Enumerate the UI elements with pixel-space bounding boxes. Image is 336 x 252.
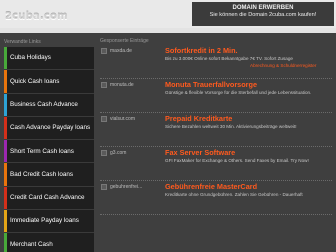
sidebar-list: Cuba Holidays Quick Cash loans Business Ca…	[4, 47, 94, 252]
ad-sub-link[interactable]: Abrechnung & Schuldnerregister	[250, 63, 316, 68]
related-links-sidebar: Verwandte Links Cuba Holidays Quick Cash …	[4, 38, 94, 252]
sidebar-item-label: Short Term Cash loans	[7, 140, 94, 163]
sidebar-item[interactable]: Business Cash Advance	[4, 93, 94, 117]
ad-title-link[interactable]: Monuta Trauerfallvorsorge	[165, 80, 257, 89]
sidebar-item-label: Merchant Cash	[7, 233, 94, 252]
ad-description: Sichere Bezahlen weltweit 30 Min. Aktivi…	[165, 124, 297, 129]
sidebar-item-label: Cash Advance Payday loans	[7, 116, 94, 140]
site-logo[interactable]: 2cuba.com	[5, 11, 68, 22]
sidebar-item-label: Bad Credit Cash loans	[7, 163, 94, 186]
ad-description: GFI FaxMaker for Exchange & Others. Send…	[165, 158, 309, 163]
ad-listing[interactable]: monuta.de Monuta Trauerfallvorsorge Günsti…	[100, 79, 332, 113]
sponsored-listings: Gesponserte Einträge maxda.de Sofortkredi…	[100, 38, 332, 252]
domain-purchase-title: DOMAIN ERWERBEN	[232, 5, 294, 11]
sidebar-item[interactable]: Credit Card Cash Advance	[4, 186, 94, 211]
sidebar-item[interactable]: Immediate Payday loans	[4, 210, 94, 234]
sidebar-item-label: Cuba Holidays	[7, 47, 94, 70]
ad-description: Kreditkarte ohne Grundgebühren. Zahlen S…	[165, 192, 303, 197]
sidebar-item[interactable]: Quick Cash loans	[4, 70, 94, 94]
ad-description: Günstige & flexible Vorsorge für die Ste…	[165, 90, 312, 95]
domain-purchase-box[interactable]: DOMAIN ERWERBEN Sie können die Domain 2c…	[192, 2, 334, 26]
sidebar-item[interactable]: Short Term Cash loans	[4, 140, 94, 164]
ad-listing[interactable]: maxda.de Sofortkredit in 2 Min. Bis zu 3.0…	[100, 45, 332, 79]
sidebar-item-label: Quick Cash loans	[7, 70, 94, 93]
sponsored-title: Gesponserte Einträge	[100, 38, 149, 44]
sidebar-item[interactable]: Merchant Cash	[4, 233, 94, 252]
sidebar-item[interactable]: Cuba Holidays	[4, 47, 94, 71]
sidebar-item-label: Credit Card Cash Advance	[7, 186, 94, 210]
ad-domain[interactable]: gebuhrenfrei...	[110, 184, 170, 190]
sidebar-item-label: Immediate Payday loans	[7, 210, 94, 233]
ad-domain[interactable]: vialsur.com	[110, 116, 170, 122]
ad-description: Bis zu 3.000€ Online sofort Bekanntgabe …	[165, 56, 293, 61]
ad-title-link[interactable]: Sofortkredit in 2 Min.	[165, 46, 238, 55]
sidebar-title: Verwandte Links	[4, 39, 41, 45]
sidebar-item-label: Business Cash Advance	[7, 93, 94, 116]
favicon-icon	[101, 82, 107, 88]
ad-listing[interactable]: gebuhrenfrei... Gebührenfreie MasterCard K…	[100, 181, 332, 215]
favicon-icon	[101, 184, 107, 190]
favicon-icon	[101, 150, 107, 156]
ad-list: maxda.de Sofortkredit in 2 Min. Bis zu 3.0…	[100, 45, 332, 215]
favicon-icon	[101, 116, 107, 122]
ad-title-link[interactable]: Prepaid Kreditkarte	[165, 114, 232, 123]
domain-purchase-text: Sie können die Domain 2cuba.com kaufen!	[209, 12, 317, 18]
ad-domain[interactable]: maxda.de	[110, 48, 170, 54]
sidebar-item[interactable]: Bad Credit Cash loans	[4, 163, 94, 187]
sidebar-item[interactable]: Cash Advance Payday loans	[4, 116, 94, 141]
ad-domain[interactable]: monuta.de	[110, 82, 170, 88]
ad-domain[interactable]: g3.com	[110, 150, 170, 156]
header-bar: 2cuba.com DOMAIN ERWERBEN Sie können die…	[0, 0, 336, 28]
favicon-icon	[101, 48, 107, 54]
ad-listing[interactable]: g3.com Fax Server Software GFI FaxMaker fo…	[100, 147, 332, 181]
ad-listing[interactable]: vialsur.com Prepaid Kreditkarte Sichere Be…	[100, 113, 332, 147]
ad-title-link[interactable]: Fax Server Software	[165, 148, 235, 157]
ad-title-link[interactable]: Gebührenfreie MasterCard	[165, 182, 257, 191]
